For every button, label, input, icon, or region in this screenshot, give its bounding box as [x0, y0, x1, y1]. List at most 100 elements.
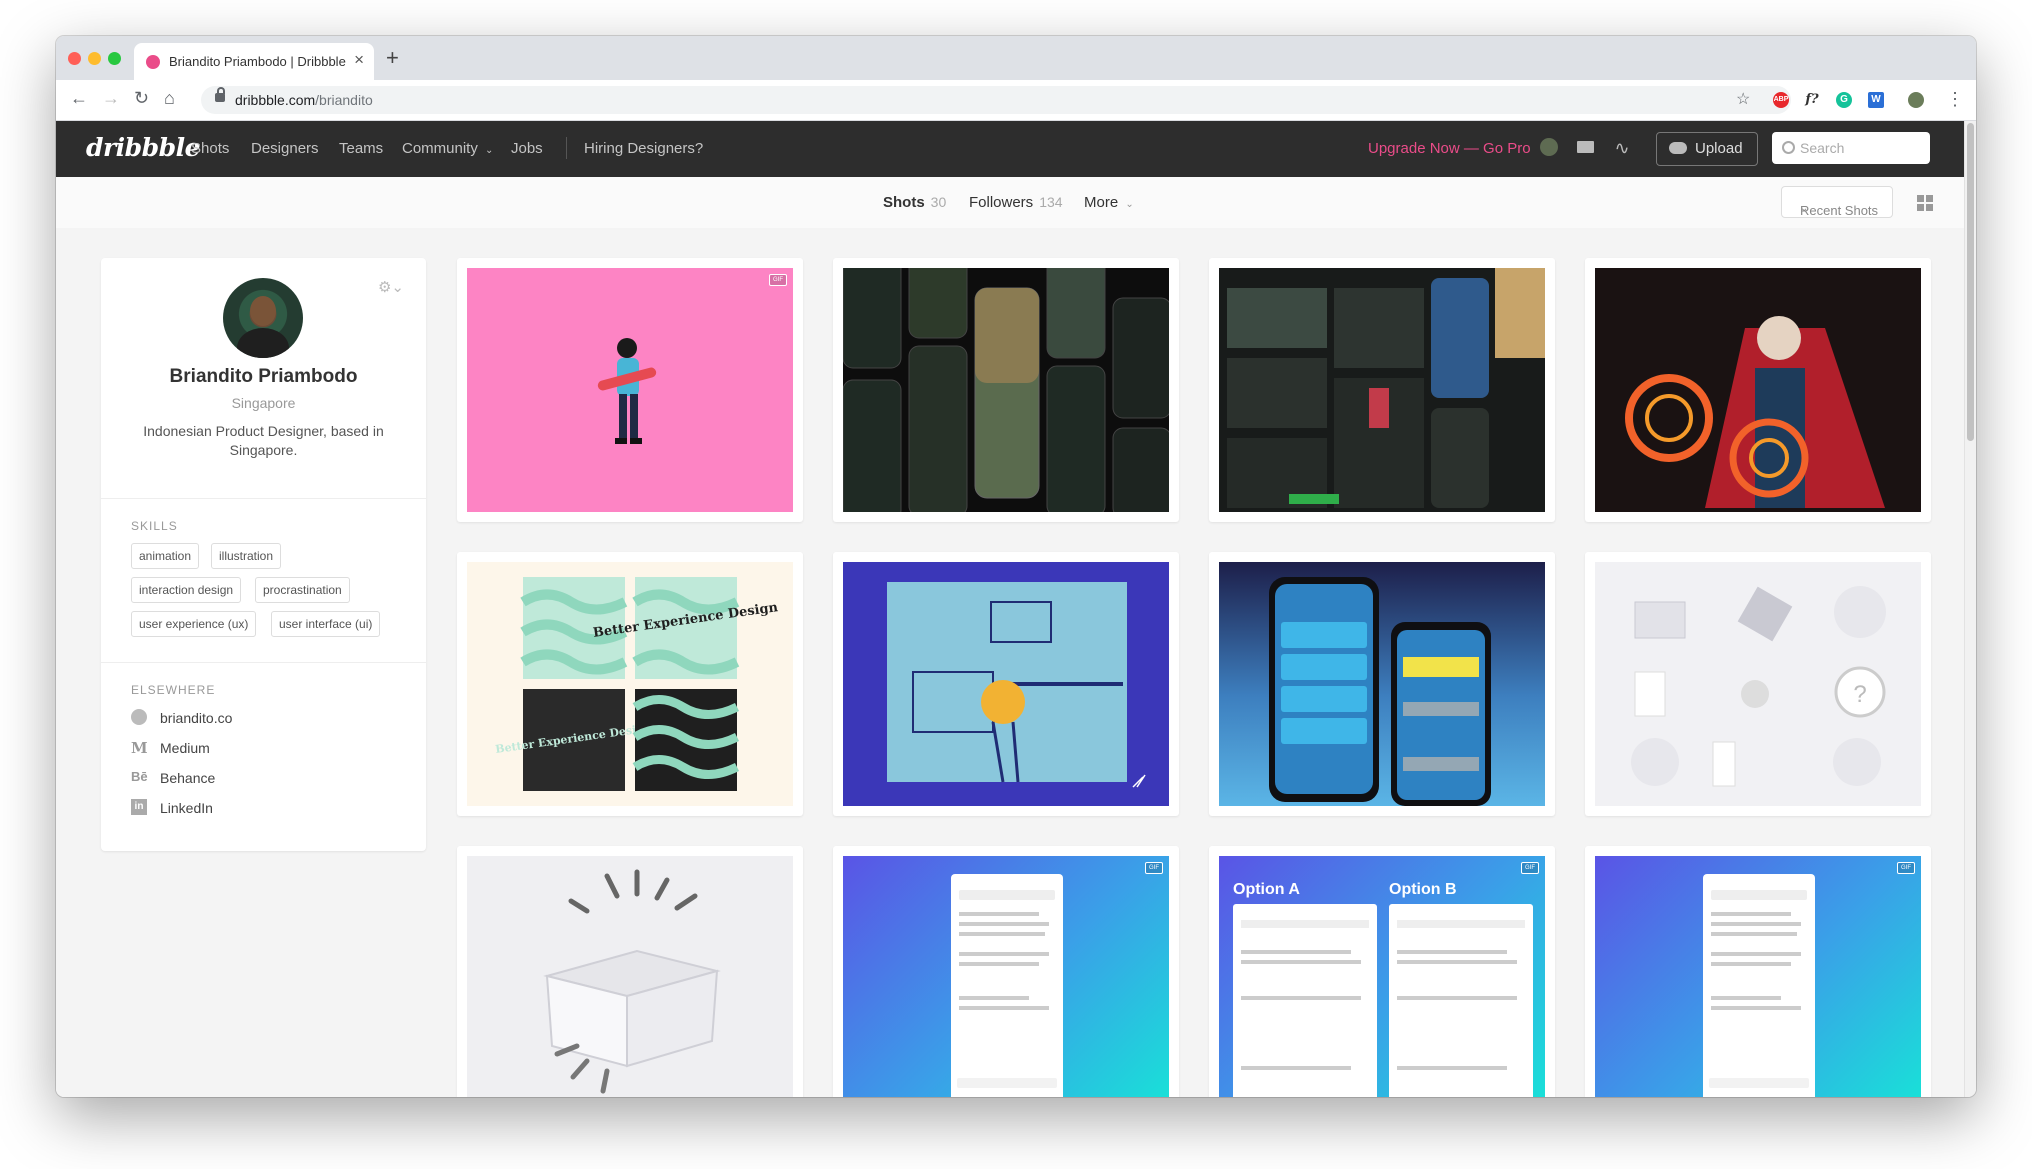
profile-subnav: Shots 30 Followers 134 More ⌄ Recent Shots… [56, 177, 1964, 229]
nav-community-label: Community [402, 140, 478, 157]
message-app-mockup [951, 874, 1063, 1097]
shot-thumbnail [467, 856, 793, 1097]
nav-jobs[interactable]: Jobs [511, 140, 543, 157]
upload-button[interactable]: Upload [1656, 132, 1758, 166]
user-avatar-icon[interactable] [1540, 138, 1560, 158]
tab-more[interactable]: More ⌄ [1084, 194, 1134, 211]
minimize-window-button[interactable] [88, 52, 101, 65]
shot-card[interactable] [1585, 258, 1931, 522]
url-text: dribbble.com/briandito [235, 92, 373, 108]
nav-divider [566, 137, 567, 159]
dribbble-logo[interactable]: dribbble [86, 133, 201, 162]
bookmark-star-icon[interactable]: ☆ [1736, 89, 1750, 109]
scrollbar-thumb[interactable] [1967, 123, 1974, 441]
shot-card[interactable]: GIF [833, 846, 1179, 1097]
gif-badge: GIF [1521, 862, 1539, 874]
forward-icon[interactable]: → [102, 88, 120, 109]
tab-followers[interactable]: Followers 134 [969, 194, 1063, 211]
nav-hiring-designers[interactable]: Hiring Designers? [584, 140, 703, 157]
search-placeholder: Search [1800, 140, 1845, 156]
cloud-upload-icon [1669, 142, 1687, 154]
page-scrollbar[interactable] [1964, 121, 1976, 1097]
guitarist-illustration [597, 338, 657, 444]
tab-followers-label: Followers [969, 194, 1034, 211]
travel-app-screens [843, 268, 1169, 512]
shot-thumbnail: GIF [467, 268, 793, 512]
shot-thumbnail: GIF [843, 856, 1169, 1097]
nav-designers[interactable]: Designers [251, 140, 319, 157]
reload-icon[interactable]: ↻ [134, 88, 149, 109]
site-header: dribbble Shots Designers Teams Community… [56, 121, 1964, 177]
dribbble-favicon-icon [146, 55, 160, 69]
sort-select-label: Recent Shots [1800, 203, 1879, 218]
maximize-window-button[interactable] [108, 52, 121, 65]
tab-shots-count: 30 [930, 194, 947, 210]
chevron-down-icon: ⌄ [1800, 203, 1809, 214]
url-path: /briandito [315, 92, 373, 108]
profile-avatar-icon[interactable] [1908, 92, 1924, 108]
grammarly-icon[interactable]: G [1836, 92, 1852, 108]
gif-badge: GIF [1145, 862, 1163, 874]
close-window-button[interactable] [68, 52, 81, 65]
shot-thumbnail: ? [1595, 562, 1921, 806]
upgrade-pro-link[interactable]: Upgrade Now — Go Pro [1368, 140, 1531, 157]
link-behance-label: Behance [160, 770, 216, 786]
shot-thumbnail [1219, 562, 1545, 806]
skill-tag-ui[interactable]: user interface (ui) [271, 611, 381, 637]
home-icon[interactable]: ⌂ [164, 88, 175, 109]
shot-card[interactable] [1209, 552, 1555, 816]
abp-icon[interactable]: ABP [1773, 92, 1789, 108]
nav-teams[interactable]: Teams [339, 140, 383, 157]
shot-card[interactable] [1209, 258, 1555, 522]
skill-tag-ux[interactable]: user experience (ux) [131, 611, 257, 637]
globe-icon [131, 709, 149, 727]
skill-tag-illustration[interactable]: illustration [211, 543, 282, 569]
skill-tag-animation[interactable]: animation [131, 543, 200, 569]
sort-select[interactable]: Recent Shots ⌄ [1781, 186, 1893, 218]
shot-card[interactable]: GIF [1585, 846, 1931, 1097]
skill-tag-procrastination[interactable]: procrastination [255, 577, 350, 603]
nav-community[interactable]: Community ⌄ [402, 140, 493, 157]
back-icon[interactable]: ← [70, 88, 88, 109]
new-tab-button[interactable]: + [386, 45, 399, 71]
shot-card[interactable] [833, 258, 1179, 522]
tab-followers-count: 134 [1039, 194, 1063, 210]
better-experience-design-artwork: Better Experience Design Better Experien… [494, 577, 779, 791]
shot-card[interactable] [457, 846, 803, 1097]
activity-icon[interactable]: ∿ [1612, 138, 1632, 158]
empty-state-icons: ? [1631, 586, 1886, 787]
doctor-strange-illustration [1625, 316, 1885, 508]
address-bar-row: ← → ↻ ⌂ dribbble.com/briandito ☆ ABP f? … [56, 80, 1976, 121]
font-icon[interactable]: f? [1804, 92, 1820, 108]
divider [101, 662, 426, 663]
tab-title: Briandito Priambodo | Dribbble [169, 54, 346, 69]
search-input[interactable]: Search [1772, 132, 1930, 164]
grid-view-icon[interactable] [1917, 195, 1933, 211]
url-domain: dribbble.com [235, 92, 316, 108]
shot-card[interactable]: GIF [457, 258, 803, 522]
shot-card[interactable]: ? [1585, 552, 1931, 816]
profile-avatar [223, 278, 303, 358]
shot-card[interactable] [833, 552, 1179, 816]
lock-icon [215, 87, 225, 102]
option-comparison-mockup: Option A Option B [1233, 881, 1533, 1097]
tab-shots[interactable]: Shots 30 [883, 194, 946, 211]
skill-tag-interaction-design[interactable]: interaction design [131, 577, 242, 603]
tab-shots-label: Shots [883, 194, 925, 211]
url-field[interactable]: dribbble.com/briandito [201, 86, 1791, 114]
shot-thumbnail: Better Experience Design Better Experien… [467, 562, 793, 806]
shot-card[interactable]: Better Experience Design Better Experien… [457, 552, 803, 816]
shot-card[interactable]: GIF Option A Option B [1209, 846, 1555, 1097]
close-tab-icon[interactable]: × [354, 50, 364, 70]
browser-menu-icon[interactable]: ⋮ [1946, 89, 1964, 110]
w-icon[interactable]: W [1868, 92, 1884, 108]
svg-text:?: ? [1853, 681, 1866, 708]
nav-shots[interactable]: Shots [191, 140, 229, 157]
browser-tab[interactable]: Briandito Priambodo | Dribbble × [134, 43, 374, 80]
divider [101, 498, 426, 499]
settings-gear-icon[interactable]: ⚙⌄ [378, 278, 404, 296]
gif-badge: GIF [1897, 862, 1915, 874]
messages-icon[interactable] [1576, 138, 1596, 158]
chevron-down-icon: ⌄ [1125, 199, 1134, 210]
option-a-label: Option A [1233, 881, 1300, 898]
